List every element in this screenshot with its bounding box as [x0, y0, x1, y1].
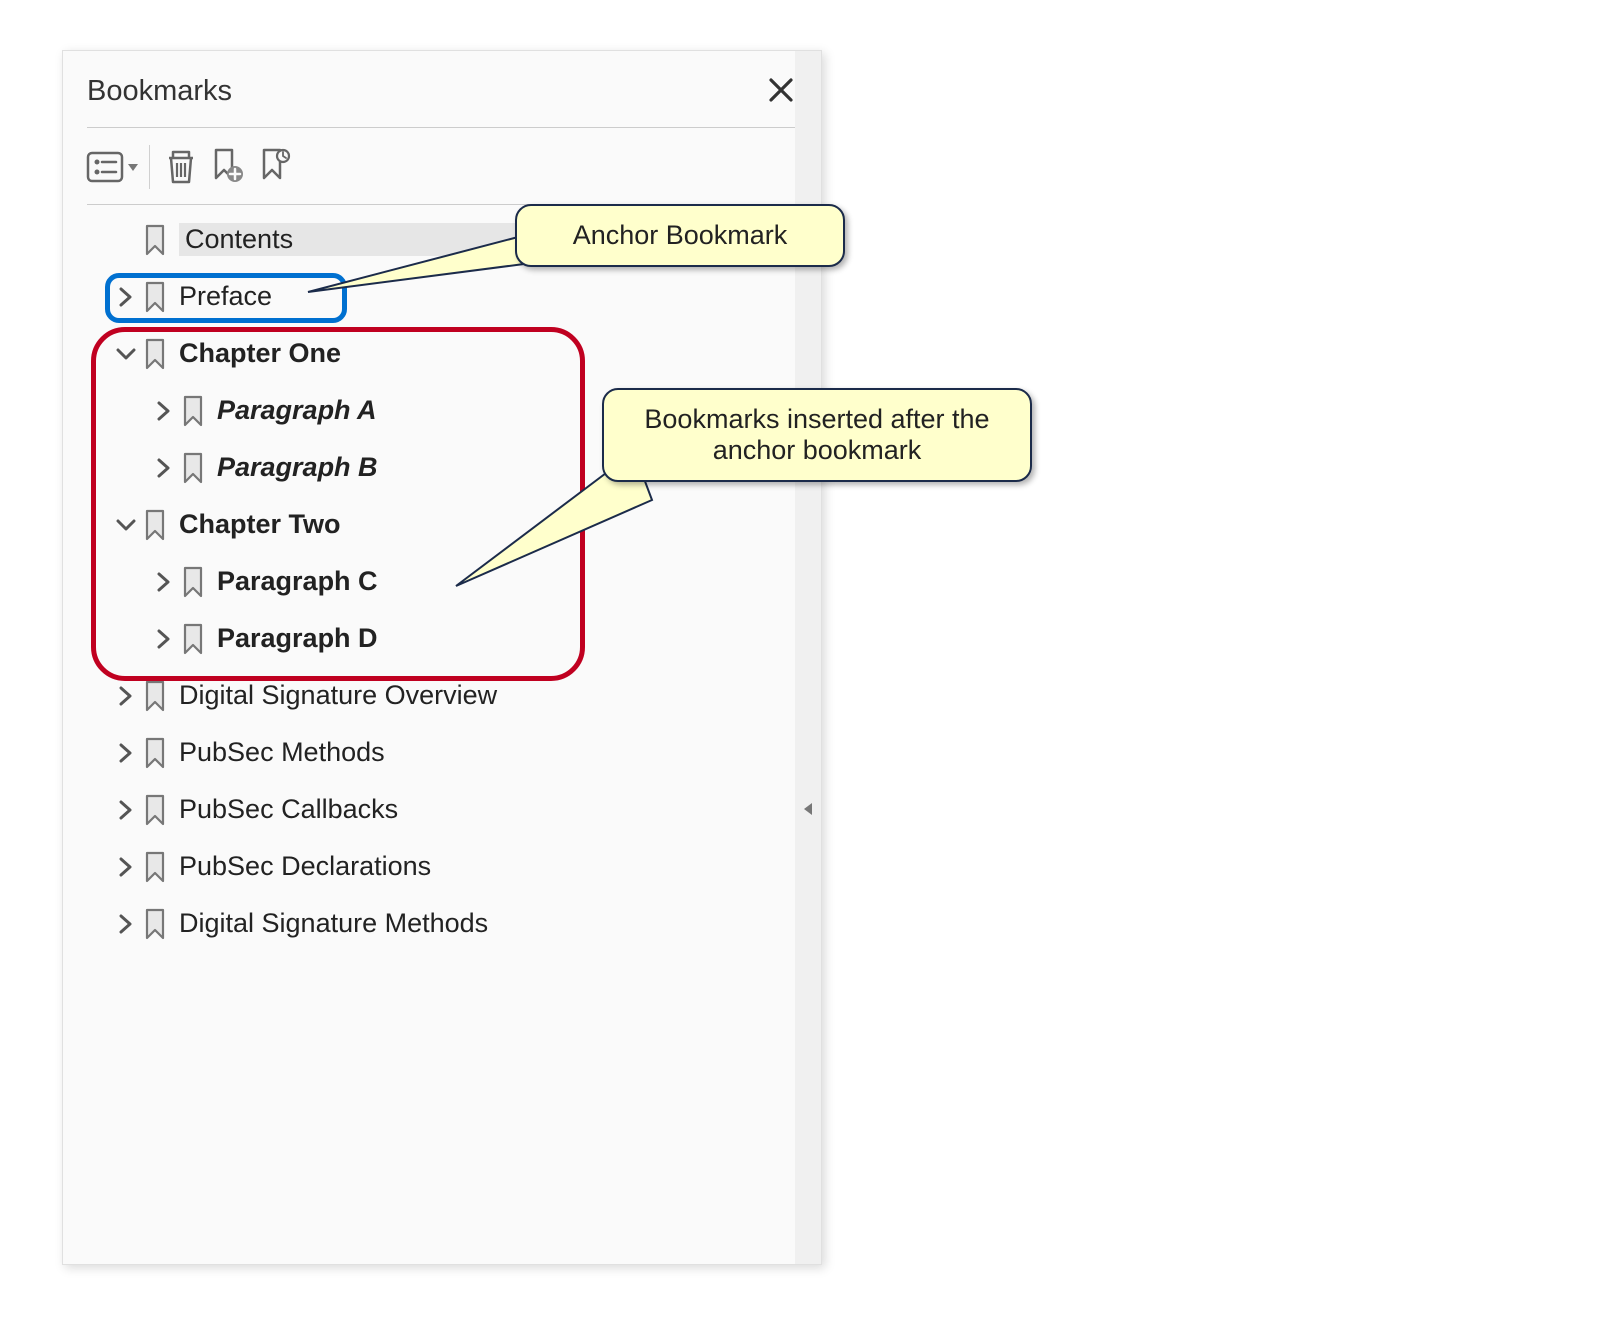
chevron-right-icon	[115, 685, 137, 707]
expand-toggle[interactable]	[111, 685, 141, 707]
bookmark-label[interactable]: PubSec Declarations	[179, 851, 431, 882]
trash-icon	[163, 148, 199, 186]
chevron-right-icon	[115, 799, 137, 821]
bookmark-label[interactable]: Chapter Two	[179, 509, 341, 540]
bookmark-icon	[141, 508, 169, 542]
toolbar-separator	[149, 145, 150, 189]
bookmark-icon	[141, 907, 169, 941]
bookmark-label[interactable]: Digital Signature Overview	[179, 680, 497, 711]
bookmark-label[interactable]: Paragraph C	[217, 566, 378, 597]
panel-header: Bookmarks	[63, 51, 821, 127]
toolbar	[63, 128, 821, 204]
close-button[interactable]	[765, 71, 797, 111]
expand-toggle[interactable]	[111, 742, 141, 764]
bookmark-row[interactable]: Digital Signature Overview	[77, 667, 811, 724]
bookmark-label[interactable]: Chapter One	[179, 338, 341, 369]
expand-toggle[interactable]	[149, 628, 179, 650]
chevron-right-icon	[153, 571, 175, 593]
options-icon	[86, 148, 124, 186]
callout-anchor: Anchor Bookmark	[515, 204, 845, 267]
bookmark-row[interactable]: Paragraph D	[77, 610, 811, 667]
bookmark-icon	[141, 223, 169, 257]
expand-toggle[interactable]	[149, 457, 179, 479]
bookmark-icon	[179, 394, 207, 428]
bookmark-icon	[179, 622, 207, 656]
bookmark-icon	[141, 736, 169, 770]
chevron-right-icon	[115, 913, 137, 935]
find-bookmark-button[interactable]	[256, 144, 296, 190]
expand-toggle[interactable]	[111, 913, 141, 935]
bookmark-row[interactable]: Chapter One	[77, 325, 811, 382]
expand-toggle[interactable]	[149, 571, 179, 593]
delete-button[interactable]	[160, 144, 202, 190]
bookmark-icon	[141, 280, 169, 314]
bookmark-row[interactable]: Preface	[77, 268, 811, 325]
bookmark-label[interactable]: PubSec Methods	[179, 737, 385, 768]
collapse-toggle[interactable]	[111, 514, 141, 536]
close-icon	[769, 78, 793, 102]
bookmark-label[interactable]: PubSec Callbacks	[179, 794, 398, 825]
bookmark-row[interactable]: Digital Signature Methods	[77, 895, 811, 952]
callout-anchor-text: Anchor Bookmark	[573, 220, 788, 250]
chevron-down-icon	[115, 343, 137, 365]
bookmark-row[interactable]: Chapter Two	[77, 496, 811, 553]
collapse-toggle[interactable]	[111, 343, 141, 365]
expand-toggle[interactable]	[149, 400, 179, 422]
bookmark-row[interactable]: PubSec Methods	[77, 724, 811, 781]
bookmark-icon	[141, 337, 169, 371]
chevron-right-icon	[115, 286, 137, 308]
bookmark-row[interactable]: PubSec Callbacks	[77, 781, 811, 838]
bookmark-icon	[141, 679, 169, 713]
bookmark-tree: ContentsPrefaceChapter OneParagraph APar…	[63, 205, 821, 964]
new-bookmark-button[interactable]	[208, 144, 248, 190]
dropdown-caret-icon	[128, 164, 138, 171]
panel-title: Bookmarks	[87, 75, 232, 108]
bookmark-icon	[141, 793, 169, 827]
bookmark-row[interactable]: Paragraph C	[77, 553, 811, 610]
callout-inserted: Bookmarks inserted after the anchor book…	[602, 388, 1032, 482]
callout-inserted-text: Bookmarks inserted after the anchor book…	[644, 404, 989, 465]
bookmark-icon	[179, 451, 207, 485]
options-button[interactable]	[83, 144, 141, 190]
chevron-right-icon	[153, 628, 175, 650]
bookmark-label[interactable]: Paragraph D	[217, 623, 378, 654]
bookmark-find-icon	[259, 148, 293, 186]
chevron-right-icon	[153, 457, 175, 479]
bookmark-add-icon	[211, 148, 245, 186]
bookmark-row[interactable]: PubSec Declarations	[77, 838, 811, 895]
expand-toggle[interactable]	[111, 286, 141, 308]
bookmark-label[interactable]: Paragraph B	[217, 452, 378, 483]
bookmark-icon	[141, 850, 169, 884]
bookmark-label[interactable]: Preface	[179, 281, 272, 312]
expand-toggle[interactable]	[111, 799, 141, 821]
expand-toggle[interactable]	[111, 856, 141, 878]
bookmark-label[interactable]: Paragraph A	[217, 395, 377, 426]
chevron-down-icon	[115, 514, 137, 536]
bookmark-label[interactable]: Digital Signature Methods	[179, 908, 488, 939]
chevron-right-icon	[115, 742, 137, 764]
chevron-right-icon	[153, 400, 175, 422]
bookmark-icon	[179, 565, 207, 599]
chevron-right-icon	[115, 856, 137, 878]
